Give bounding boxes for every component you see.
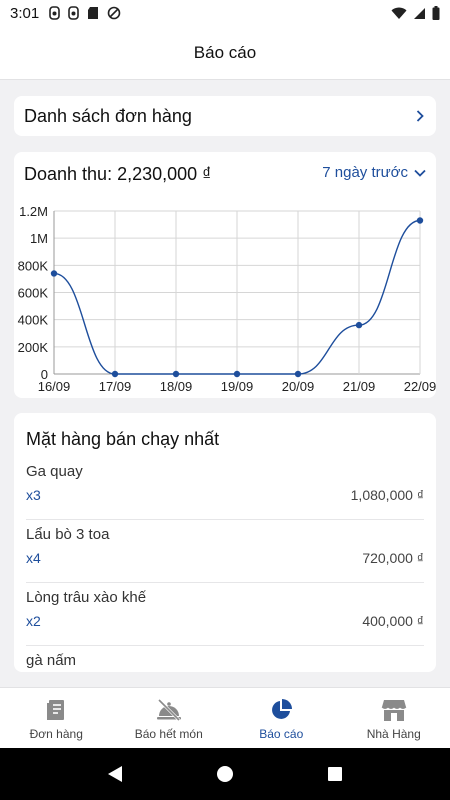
tab-reports[interactable]: Báo cáo — [225, 688, 338, 748]
dish-off-icon — [156, 698, 181, 722]
revenue-line-chart: 0200K400K600K800K1M1.2M 16/09 17/09 18/09 1… — [18, 204, 437, 394]
item-name: Lòng trâu xào khế — [26, 589, 147, 606]
y-tick-label: 400K — [18, 313, 49, 328]
item-amount: 720,000 ₫ — [362, 550, 424, 566]
y-tick-label: 600K — [18, 286, 49, 301]
data-point — [416, 217, 424, 224]
list-item[interactable]: Ga quay x3 1,080,000 ₫ — [26, 457, 424, 520]
y-tick-label: 1M — [30, 231, 48, 246]
item-quantity: x4 — [26, 550, 41, 566]
home-icon[interactable] — [216, 765, 234, 783]
x-tick-label: 21/09 — [343, 379, 376, 394]
tab-reports-label: Báo cáo — [259, 727, 304, 741]
store-icon — [381, 700, 407, 721]
pie-chart-icon — [272, 699, 293, 719]
tab-orders[interactable]: Đơn hàng — [0, 688, 113, 748]
item-amount: 400,000 ₫ — [362, 613, 424, 629]
receipt-icon — [47, 700, 65, 720]
item-name: gà nấm — [26, 652, 77, 669]
item-name: Lẩu bò 3 toa — [26, 526, 110, 543]
item-quantity: x3 — [26, 487, 41, 503]
x-tick-label: 17/09 — [99, 379, 132, 394]
list-item[interactable]: Lẩu bò 3 toa x4 720,000 ₫ — [26, 520, 424, 583]
tab-restaurant-label: Nhà Hàng — [366, 727, 421, 741]
tab-orders-label: Đơn hàng — [29, 727, 83, 741]
tab-out-of-stock-label: Báo hết món — [134, 727, 203, 741]
item-name: Ga quay — [26, 463, 83, 480]
list-item[interactable]: Lòng trâu xào khế x2 400,000 ₫ — [26, 583, 424, 646]
item-amount: 1,080,000 ₫ — [350, 487, 424, 503]
x-tick-label: 19/09 — [221, 379, 254, 394]
best-sellers-title: Mặt hàng bán chạy nhất — [26, 429, 220, 449]
bottom-navigation: Đơn hàng Báo hết món Báo cáo Nhà Hàng — [0, 687, 450, 748]
data-point — [355, 321, 363, 329]
back-icon[interactable] — [107, 765, 123, 783]
revenue-card: Doanh thu: 2,230,000 ₫ 7 ngày trước 0 200… — [14, 152, 436, 398]
x-tick-label: 20/09 — [282, 379, 315, 394]
data-point — [172, 370, 180, 378]
x-tick-label: 16/09 — [38, 379, 71, 394]
tab-out-of-stock[interactable]: Báo hết món — [113, 688, 226, 748]
x-tick-label: 22/09 — [404, 379, 437, 394]
data-point — [294, 370, 302, 378]
y-tick-label: 800K — [18, 258, 49, 273]
y-tick-label: 1.2M — [19, 204, 48, 219]
data-point — [233, 370, 241, 378]
system-navigation-bar — [0, 748, 450, 800]
best-sellers-card: Mặt hàng bán chạy nhất Ga quay x3 1,080,… — [14, 413, 436, 672]
x-tick-label: 18/09 — [160, 379, 193, 394]
data-point — [111, 370, 119, 378]
data-point — [50, 270, 58, 277]
y-tick-label: 200K — [18, 340, 49, 355]
tab-restaurant[interactable]: Nhà Hàng — [338, 688, 450, 748]
list-item[interactable]: gà nấm — [26, 646, 424, 672]
item-quantity: x2 — [26, 613, 41, 629]
recents-icon[interactable] — [327, 766, 343, 782]
